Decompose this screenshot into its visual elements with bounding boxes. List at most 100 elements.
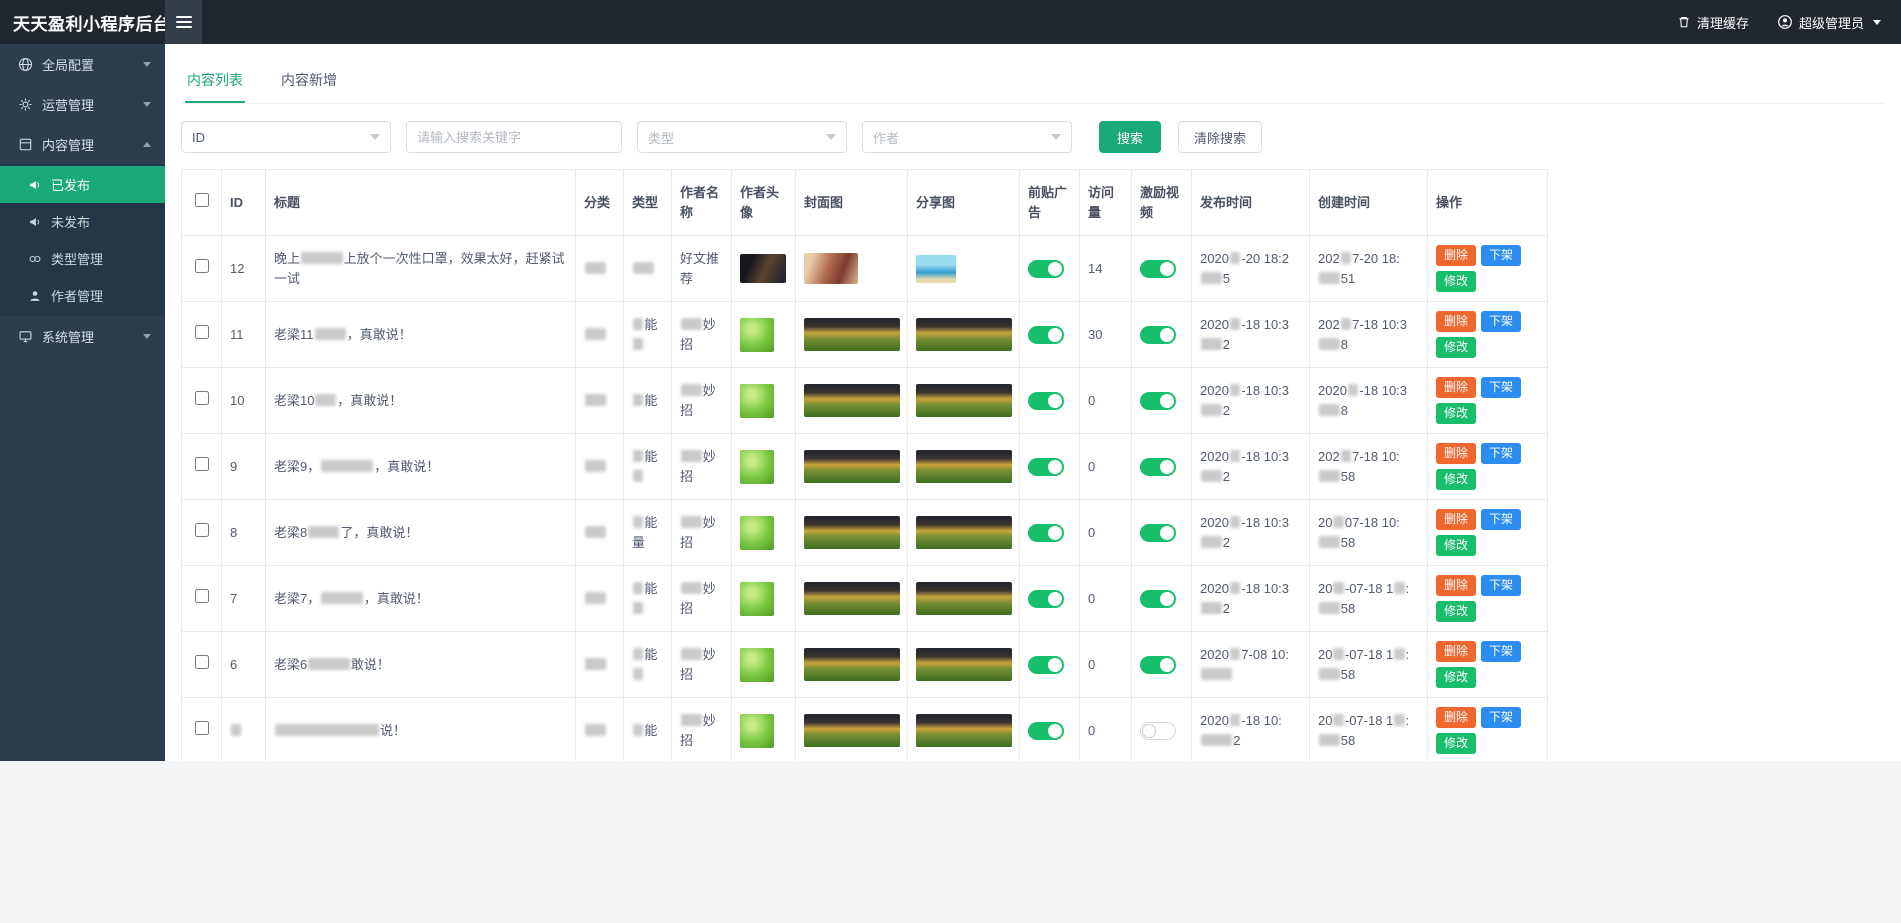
- type-filter-select[interactable]: 类型: [637, 121, 847, 153]
- censored-text: [1333, 648, 1343, 660]
- delete-button[interactable]: 删除: [1436, 443, 1476, 464]
- sidebar-item-author-management[interactable]: 作者管理: [0, 277, 165, 314]
- censored-text: [585, 592, 606, 604]
- edit-button[interactable]: 修改: [1436, 601, 1476, 622]
- user-circle-icon: [1777, 14, 1793, 30]
- delete-button[interactable]: 删除: [1436, 377, 1476, 398]
- edit-button[interactable]: 修改: [1436, 667, 1476, 688]
- offline-button[interactable]: 下架: [1481, 311, 1521, 332]
- table-row: 说！能妙招02020-18 10:220-07-18 1:58删除下架修改: [182, 698, 1548, 762]
- incentive-video-toggle[interactable]: [1140, 590, 1176, 608]
- offline-button[interactable]: 下架: [1481, 377, 1521, 398]
- censored-text: [1341, 318, 1351, 330]
- preroll-ad-toggle[interactable]: [1028, 458, 1064, 476]
- admin-user-menu[interactable]: 超级管理员: [1777, 13, 1881, 32]
- row-type: 能量: [624, 500, 672, 566]
- preroll-ad-toggle[interactable]: [1028, 590, 1064, 608]
- tab-content-list[interactable]: 内容列表: [185, 62, 245, 103]
- incentive-video-toggle[interactable]: [1140, 524, 1176, 542]
- sidebar-item-type-management[interactable]: 类型管理: [0, 240, 165, 277]
- column-header-1: ID: [222, 170, 266, 236]
- chevron-down-icon: [1873, 20, 1881, 25]
- search-button[interactable]: 搜索: [1099, 121, 1161, 153]
- row-select-cell: [182, 632, 222, 698]
- delete-button[interactable]: 删除: [1436, 707, 1476, 728]
- sidebar-item-system-management[interactable]: 系统管理: [0, 316, 165, 356]
- preroll-ad-toggle[interactable]: [1028, 722, 1064, 740]
- sidebar-item-published[interactable]: 已发布: [0, 166, 165, 203]
- incentive-video-toggle[interactable]: [1140, 722, 1176, 740]
- censored-text: [321, 460, 373, 472]
- author-avatar-image: [740, 450, 774, 484]
- sidebar-item-operations[interactable]: 运营管理: [0, 84, 165, 124]
- edit-button[interactable]: 修改: [1436, 271, 1476, 292]
- incentive-video-toggle[interactable]: [1140, 392, 1176, 410]
- clear-search-button[interactable]: 清除搜索: [1178, 121, 1262, 153]
- row-checkbox[interactable]: [195, 457, 209, 471]
- preroll-ad-toggle[interactable]: [1028, 524, 1064, 542]
- row-category: [576, 434, 624, 500]
- sidebar-item-label: 内容管理: [42, 135, 94, 154]
- edit-button[interactable]: 修改: [1436, 733, 1476, 754]
- delete-button[interactable]: 删除: [1436, 311, 1476, 332]
- censored-text: [1341, 450, 1351, 462]
- row-select-cell: [182, 236, 222, 302]
- edit-button[interactable]: 修改: [1436, 337, 1476, 358]
- censored-text: [1230, 318, 1240, 330]
- sidebar-item-unpublished[interactable]: 未发布: [0, 203, 165, 240]
- delete-button[interactable]: 删除: [1436, 509, 1476, 530]
- tab-content-add[interactable]: 内容新增: [279, 62, 339, 103]
- censored-text: [1333, 714, 1343, 726]
- preroll-ad-toggle[interactable]: [1028, 260, 1064, 278]
- offline-button[interactable]: 下架: [1481, 509, 1521, 530]
- censored-text: [633, 516, 643, 528]
- offline-button[interactable]: 下架: [1481, 707, 1521, 728]
- censored-text: [1333, 582, 1343, 594]
- row-checkbox[interactable]: [195, 523, 209, 537]
- incentive-video-toggle[interactable]: [1140, 326, 1176, 344]
- delete-button[interactable]: 删除: [1436, 575, 1476, 596]
- edit-button[interactable]: 修改: [1436, 403, 1476, 424]
- keyword-search-input[interactable]: [406, 121, 622, 153]
- incentive-video-toggle[interactable]: [1140, 260, 1176, 278]
- hamburger-menu-button[interactable]: [165, 0, 202, 44]
- preroll-ad-toggle[interactable]: [1028, 656, 1064, 674]
- row-checkbox[interactable]: [195, 721, 209, 735]
- column-header-13: 创建时间: [1310, 170, 1428, 236]
- row-checkbox[interactable]: [195, 391, 209, 405]
- row-checkbox[interactable]: [195, 589, 209, 603]
- censored-text: [633, 318, 643, 330]
- id-filter-select[interactable]: ID: [181, 121, 391, 153]
- offline-button[interactable]: 下架: [1481, 641, 1521, 662]
- offline-button[interactable]: 下架: [1481, 443, 1521, 464]
- sidebar-item-content-management[interactable]: 内容管理: [0, 124, 165, 164]
- row-checkbox[interactable]: [195, 259, 209, 273]
- offline-button[interactable]: 下架: [1481, 575, 1521, 596]
- incentive-video-toggle[interactable]: [1140, 458, 1176, 476]
- megaphone-icon: [28, 215, 42, 229]
- column-header-11: 激励视频: [1132, 170, 1192, 236]
- delete-button[interactable]: 删除: [1436, 245, 1476, 266]
- row-checkbox[interactable]: [195, 325, 209, 339]
- incentive-video-toggle[interactable]: [1140, 656, 1176, 674]
- offline-button[interactable]: 下架: [1481, 245, 1521, 266]
- preroll-ad-toggle[interactable]: [1028, 392, 1064, 410]
- censored-text: [1319, 338, 1340, 350]
- edit-button[interactable]: 修改: [1436, 469, 1476, 490]
- censored-text: [1394, 582, 1404, 594]
- censored-text: [315, 394, 336, 406]
- row-views: 0: [1080, 434, 1132, 500]
- row-actions: 删除下架修改: [1428, 698, 1548, 762]
- preroll-ad-toggle[interactable]: [1028, 326, 1064, 344]
- clear-cache-button[interactable]: 清理缓存: [1677, 13, 1749, 32]
- author-filter-select[interactable]: 作者: [862, 121, 1072, 153]
- select-all-checkbox[interactable]: [195, 193, 209, 207]
- sidebar-item-global-config[interactable]: 全局配置: [0, 44, 165, 84]
- row-select-cell: [182, 302, 222, 368]
- row-type: 能: [624, 698, 672, 762]
- censored-text: [681, 648, 702, 660]
- delete-button[interactable]: 删除: [1436, 641, 1476, 662]
- row-checkbox[interactable]: [195, 655, 209, 669]
- edit-button[interactable]: 修改: [1436, 535, 1476, 556]
- sidebar-item-label: 运营管理: [42, 95, 94, 114]
